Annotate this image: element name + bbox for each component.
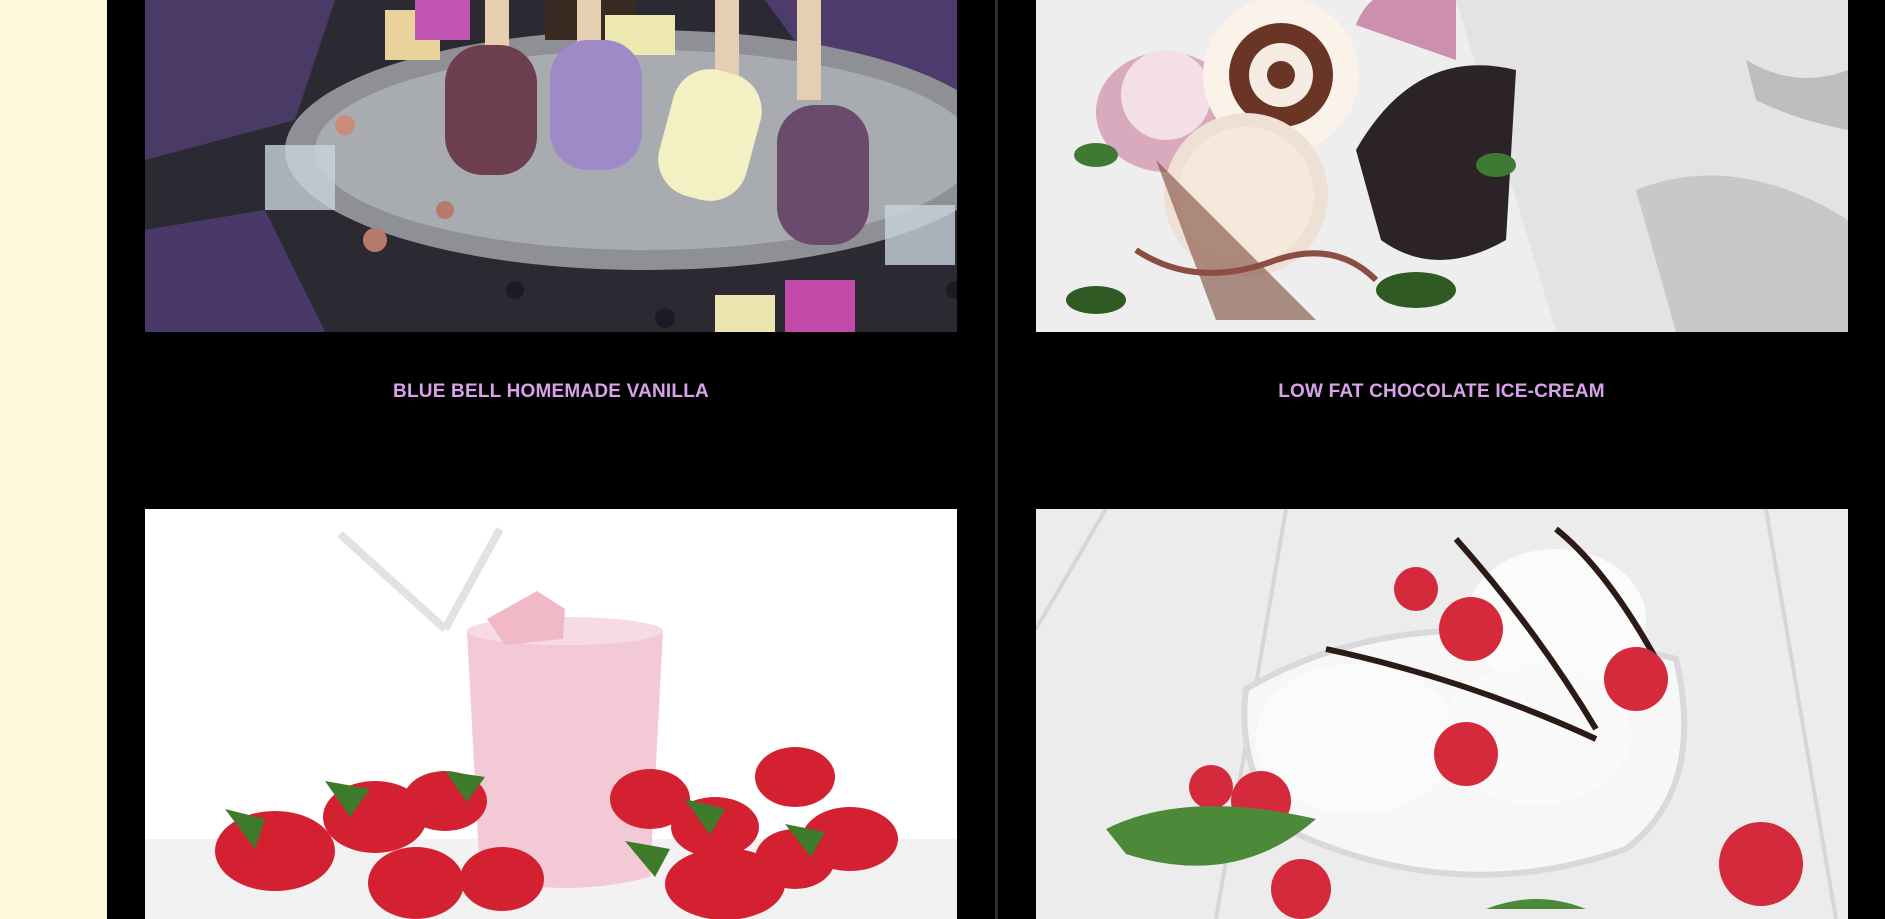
popsicles-image: [145, 0, 957, 332]
product-card-2[interactable]: LOW FAT CHOCOLATE ICE-CREAM: [998, 0, 1885, 507]
product-image-2[interactable]: [1036, 0, 1848, 332]
ice-cream-cones-image: [1036, 0, 1848, 332]
column-divider: [995, 0, 998, 919]
product-name-2[interactable]: LOW FAT CHOCOLATE ICE-CREAM: [998, 381, 1885, 403]
product-card-4[interactable]: [998, 509, 1885, 919]
vanilla-ice-cream-image: [1036, 509, 1848, 919]
product-image-1[interactable]: [145, 0, 957, 332]
left-side-panel: [0, 0, 107, 919]
strawberry-milkshake-image: [145, 509, 957, 919]
product-name-1[interactable]: BLUE BELL HOMEMADE VANILLA: [107, 381, 995, 403]
product-card-3[interactable]: [107, 509, 995, 919]
product-grid: BLUE BELL HOMEMADE VANILLA LOW FAT CHOCO…: [107, 0, 1885, 919]
product-image-3[interactable]: [145, 509, 957, 919]
product-card-1[interactable]: BLUE BELL HOMEMADE VANILLA: [107, 0, 995, 507]
product-image-4[interactable]: [1036, 509, 1848, 919]
